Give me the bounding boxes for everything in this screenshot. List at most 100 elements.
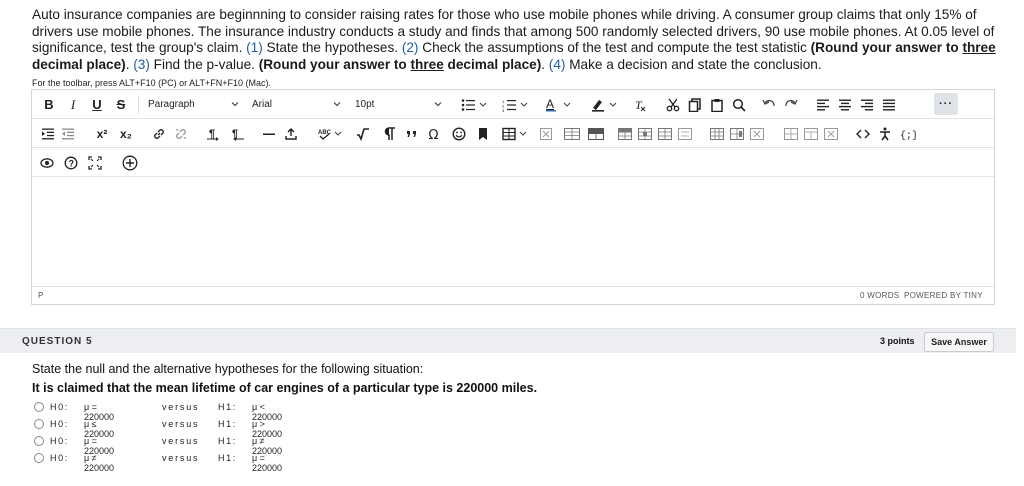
radio-button[interactable] bbox=[34, 453, 44, 463]
insert-template-button[interactable]: {;} bbox=[898, 119, 918, 148]
rtl-direction-button[interactable]: ¶ bbox=[228, 119, 248, 148]
numbered-list-button[interactable]: 123 bbox=[498, 90, 534, 119]
preview-button[interactable] bbox=[38, 148, 56, 177]
braces-icon: {;} bbox=[900, 130, 916, 141]
indent-icon bbox=[42, 128, 54, 139]
save-answer-button[interactable]: Save Answer bbox=[924, 332, 994, 352]
delete-row-icon bbox=[658, 127, 672, 140]
indent-button[interactable] bbox=[40, 119, 56, 148]
redo-button[interactable] bbox=[782, 90, 800, 119]
align-left-button[interactable] bbox=[814, 90, 832, 119]
element-path[interactable]: P bbox=[38, 291, 43, 300]
insert-file-button[interactable] bbox=[282, 119, 300, 148]
bookmark-icon bbox=[479, 127, 487, 140]
spellcheck-button[interactable]: ABC bbox=[316, 119, 346, 148]
clipboard-icon bbox=[711, 98, 723, 112]
chevron-down-icon bbox=[434, 102, 442, 107]
cell-properties-button[interactable] bbox=[586, 119, 606, 148]
source-code-button[interactable] bbox=[854, 119, 872, 148]
row-properties-button[interactable] bbox=[676, 119, 694, 148]
editor-statusbar: P 0 WORDS POWERED BY TINY bbox=[32, 286, 994, 304]
delete-column-button[interactable] bbox=[748, 119, 766, 148]
ltr-direction-button[interactable]: ¶ bbox=[204, 119, 224, 148]
copy-button[interactable] bbox=[686, 90, 704, 119]
insert-column-before-button[interactable] bbox=[708, 119, 726, 148]
more-options-button[interactable]: ··· bbox=[934, 93, 958, 115]
merge-cells-button[interactable] bbox=[782, 119, 800, 148]
outdent-button[interactable] bbox=[60, 119, 76, 148]
delete-row-button[interactable] bbox=[656, 119, 674, 148]
insert-row-after-button[interactable] bbox=[636, 119, 654, 148]
radio-button[interactable] bbox=[34, 402, 44, 412]
delete-cell-icon bbox=[824, 127, 838, 140]
editor-content-area[interactable] bbox=[32, 178, 994, 286]
text-color-button[interactable]: A bbox=[542, 90, 578, 119]
math-equation-button[interactable] bbox=[354, 119, 372, 148]
merge-cells-icon bbox=[784, 127, 798, 140]
undo-button[interactable] bbox=[760, 90, 778, 119]
paragraph-format-select[interactable]: Paragraph bbox=[148, 90, 240, 119]
powered-by-link[interactable]: POWERED BY TINY bbox=[904, 291, 983, 300]
help-button[interactable]: ? bbox=[62, 148, 80, 177]
bullet-list-button[interactable] bbox=[457, 90, 493, 119]
highlight-color-button[interactable] bbox=[588, 90, 624, 119]
insert-column-icon bbox=[710, 127, 724, 140]
step-3-marker: (3) bbox=[133, 56, 150, 72]
underline-button[interactable]: U bbox=[88, 90, 106, 119]
radio-button[interactable] bbox=[34, 436, 44, 446]
split-cell-button[interactable] bbox=[802, 119, 820, 148]
h0-value: μ ≠ 220000 bbox=[84, 453, 115, 473]
code-icon bbox=[856, 129, 870, 138]
strikethrough-button[interactable]: S bbox=[112, 90, 130, 119]
plus-circle-icon bbox=[122, 155, 138, 170]
delete-column-icon bbox=[750, 127, 764, 140]
smiley-icon bbox=[452, 126, 466, 141]
rich-text-editor: B I U S Paragraph Arial 10pt 123 A T ···… bbox=[31, 89, 995, 305]
bold-button[interactable]: B bbox=[40, 90, 58, 119]
blockquote-button[interactable] bbox=[404, 119, 420, 148]
align-center-button[interactable] bbox=[836, 90, 854, 119]
clear-formatting-button[interactable]: T bbox=[630, 90, 650, 119]
emoticons-button[interactable] bbox=[450, 119, 468, 148]
step-4-marker: (4) bbox=[548, 56, 566, 72]
align-left-icon bbox=[817, 99, 829, 110]
h1-label: H1: bbox=[218, 402, 237, 412]
subscript-button[interactable]: x₂ bbox=[116, 119, 136, 148]
delete-table-button[interactable] bbox=[538, 119, 554, 148]
delete-cell-button[interactable] bbox=[822, 119, 840, 148]
versus-label: versus bbox=[162, 419, 200, 429]
word-count[interactable]: 0 WORDS bbox=[860, 291, 899, 300]
toolbar-hint: For the toolbar, press ALT+F10 (PC) or A… bbox=[32, 78, 272, 88]
bookmark-button[interactable] bbox=[474, 119, 492, 148]
insert-column-after-button[interactable] bbox=[728, 119, 746, 148]
h0-label: H0: bbox=[50, 436, 69, 446]
radio-button[interactable] bbox=[34, 419, 44, 429]
question-number: QUESTION 5 bbox=[22, 336, 93, 347]
insert-table-button[interactable] bbox=[500, 119, 532, 148]
cut-button[interactable] bbox=[664, 90, 682, 119]
insert-link-button[interactable] bbox=[150, 119, 168, 148]
insert-row-before-button[interactable] bbox=[616, 119, 634, 148]
accessibility-button[interactable] bbox=[876, 119, 894, 148]
svg-text:ABC: ABC bbox=[318, 130, 332, 136]
italic-button[interactable]: I bbox=[64, 90, 82, 119]
align-justify-button[interactable] bbox=[880, 90, 898, 119]
add-content-button[interactable] bbox=[120, 148, 140, 177]
h1-label: H1: bbox=[218, 453, 237, 463]
special-character-button[interactable]: Ω bbox=[426, 119, 444, 148]
horizontal-line-button[interactable] bbox=[260, 119, 278, 148]
chevron-down-icon bbox=[333, 102, 341, 107]
paste-button[interactable] bbox=[708, 90, 726, 119]
remove-link-button[interactable] bbox=[172, 119, 190, 148]
font-family-select[interactable]: Arial bbox=[252, 90, 342, 119]
font-size-select[interactable]: 10pt bbox=[355, 90, 443, 119]
fullscreen-icon bbox=[88, 155, 102, 170]
align-right-button[interactable] bbox=[858, 90, 876, 119]
svg-text:?: ? bbox=[69, 158, 75, 168]
find-replace-button[interactable] bbox=[730, 90, 748, 119]
table-properties-button[interactable] bbox=[562, 119, 582, 148]
fullscreen-button[interactable] bbox=[86, 148, 104, 177]
superscript-button[interactable]: x² bbox=[92, 119, 112, 148]
show-blocks-button[interactable] bbox=[382, 119, 398, 148]
toolbar-divider bbox=[138, 95, 139, 114]
